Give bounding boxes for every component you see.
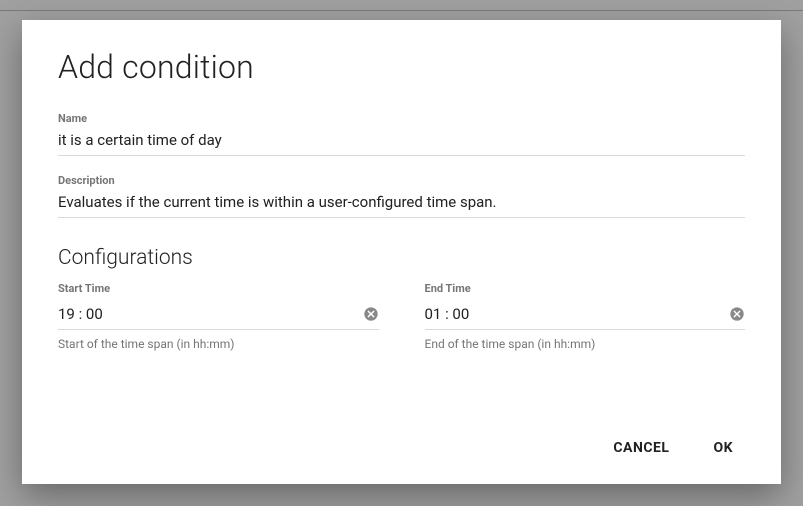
dialog-actions: CANCEL OK [58,412,745,464]
start-time-input[interactable] [58,305,363,323]
name-label: Name [58,112,745,125]
start-time-label: Start Time [58,282,379,295]
name-value[interactable]: it is a certain time of day [58,131,745,156]
cancel-button[interactable]: CANCEL [607,432,675,464]
name-field-group: Name it is a certain time of day [58,112,745,156]
clear-icon[interactable] [363,306,379,322]
description-field-group: Description Evaluates if the current tim… [58,174,745,218]
end-time-input-wrap [425,301,746,330]
start-time-input-wrap [58,301,379,330]
end-time-helper: End of the time span (in hh:mm) [425,337,746,351]
description-value[interactable]: Evaluates if the current time is within … [58,193,745,218]
description-label: Description [58,174,745,187]
configurations-heading: Configurations [58,246,745,270]
start-time-helper: Start of the time span (in hh:mm) [58,337,379,351]
background-divider [0,10,803,11]
ok-button[interactable]: OK [707,432,739,464]
end-time-input[interactable] [425,305,730,323]
start-time-column: Start Time Start of the time span (in hh… [58,282,379,351]
dialog-title: Add condition [58,48,745,86]
end-time-column: End Time End of the time span (in hh:mm) [425,282,746,351]
clear-icon[interactable] [729,306,745,322]
add-condition-dialog: Add condition Name it is a certain time … [22,20,781,484]
end-time-label: End Time [425,282,746,295]
config-row: Start Time Start of the time span (in hh… [58,282,745,351]
